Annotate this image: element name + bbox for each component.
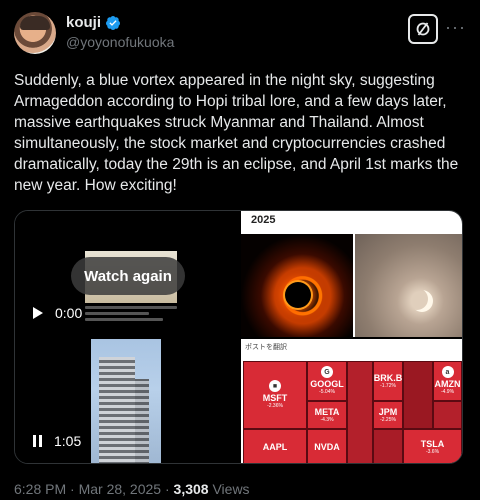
heatmap-cell-amzn: a AMZN -4.9%	[433, 361, 462, 401]
heatmap-cell-small-group	[347, 361, 373, 463]
name-row: kouji	[66, 14, 121, 31]
stock-heatmap-image[interactable]: ポストを翻訳 ■ MSFT -2.36% AAPL G GOOGL -5.04%…	[241, 339, 462, 463]
video-player[interactable]: Watch again 0:00 1:05	[15, 211, 239, 463]
eclipse-moon	[285, 282, 311, 308]
more-dots-icon[interactable]: ···	[445, 18, 466, 36]
tower-shape-right	[135, 379, 149, 463]
user-handle[interactable]: @yoyonofukuoka	[66, 34, 174, 50]
play-icon	[33, 307, 43, 319]
play-control[interactable]: 0:00	[33, 305, 82, 321]
heatmap: ■ MSFT -2.36% AAPL G GOOGL -5.04% META -…	[243, 361, 462, 463]
heatmap-cell-tsla: TSLA -3.6%	[403, 429, 462, 463]
eclipse-photo-crescent	[355, 234, 462, 337]
slashed-circle-icon	[416, 22, 430, 36]
watch-again-button[interactable]: Watch again	[71, 257, 185, 295]
tweet-footer: 6:28 PM · Mar 28, 2025 · 3,308 Views	[14, 481, 250, 497]
heatmap-cell-aapl: AAPL	[243, 429, 307, 463]
heatmap-cell-googl: G GOOGL -5.04%	[307, 361, 347, 401]
grok-button[interactable]	[408, 14, 438, 44]
heatmap-cell-meta: META -4.3%	[307, 401, 347, 429]
media-grid: Watch again 0:00 1:05 2025 ポストを翻訳 ■ MSFT…	[14, 210, 463, 464]
eclipse-year-label: 2025	[251, 214, 276, 226]
post-timestamp[interactable]: 6:28 PM · Mar 28, 2025 ·	[14, 481, 174, 497]
pause-control[interactable]: 1:05	[33, 433, 81, 449]
google-logo-icon: G	[321, 366, 333, 378]
video-text-lines	[85, 303, 177, 335]
heatmap-cell-misc	[403, 361, 433, 429]
heatmap-cell-financials	[373, 429, 403, 463]
video-topbar	[85, 214, 175, 222]
tweet-header: kouji @yoyonofukuoka ···	[12, 12, 468, 56]
views-label: Views	[208, 481, 250, 497]
eclipse-image[interactable]: 2025	[241, 211, 462, 337]
building-photo	[91, 339, 161, 463]
verified-badge-icon	[106, 15, 121, 30]
eclipse-photo-ring	[241, 234, 353, 337]
display-name[interactable]: kouji	[66, 14, 101, 31]
video-time-bottom: 1:05	[54, 433, 82, 449]
crescent-sun	[411, 290, 433, 312]
heatmap-cell-nvda: NVDA	[307, 429, 347, 463]
tweet-text: Suddenly, a blue vortex appeared in the …	[14, 72, 459, 194]
tower-shape	[99, 357, 135, 463]
avatar[interactable]	[14, 12, 56, 54]
pause-icon	[33, 435, 42, 447]
heatmap-cell-brkb: BRK.B -1.72%	[373, 361, 403, 401]
heatmap-cell-jpm: JPM -2.25%	[373, 401, 403, 429]
heatmap-cell-consumer	[433, 401, 462, 429]
heatmap-cell-msft: ■ MSFT -2.36%	[243, 361, 307, 429]
amazon-logo-icon: a	[441, 366, 454, 378]
microsoft-logo-icon: ■	[269, 380, 281, 392]
view-count: 3,308	[173, 481, 209, 497]
video-time-top: 0:00	[55, 305, 83, 321]
translate-label: ポストを翻訳	[245, 344, 287, 351]
